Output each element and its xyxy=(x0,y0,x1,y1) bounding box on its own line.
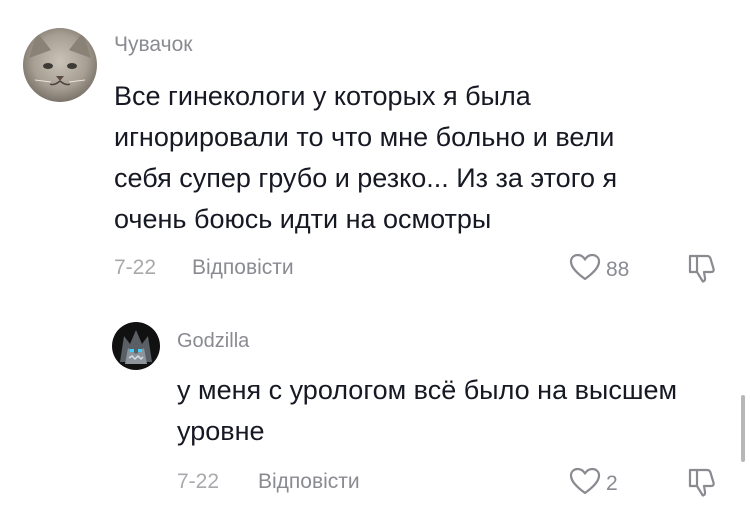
reply-text: у меня с урологом всё было на высшем уро… xyxy=(177,370,737,452)
reply-like-button[interactable]: 2 xyxy=(569,467,618,500)
reply-dislike-button[interactable] xyxy=(687,466,717,503)
avatar[interactable] xyxy=(23,28,97,102)
comment-line: Все гинекологи у которых я была xyxy=(114,81,531,111)
reply-button[interactable]: Відповісти xyxy=(192,256,294,280)
comment-username[interactable]: Чувачок xyxy=(114,33,192,57)
reply-line: у меня с урологом всё было на высшем xyxy=(177,375,678,405)
reply-date: 7-22 xyxy=(177,470,220,493)
reply-line: уровне xyxy=(177,416,265,446)
reply-like-count: 2 xyxy=(606,471,618,495)
dislike-button[interactable] xyxy=(687,252,717,289)
like-count: 88 xyxy=(606,257,630,281)
comment-text: Все гинекологи у которых я была игнориро… xyxy=(114,76,734,240)
comment-line: игнорировали то что мне больно и вели xyxy=(114,122,615,152)
heart-outline-icon xyxy=(569,253,601,286)
thumbs-down-icon xyxy=(687,252,717,289)
reply-username[interactable]: Godzilla xyxy=(177,330,249,353)
scrollbar[interactable] xyxy=(741,395,745,462)
reply-avatar[interactable] xyxy=(112,322,160,370)
comment-line: очень боюсь идти на осмотры xyxy=(114,204,492,234)
reply-reply-button[interactable]: Відповісти xyxy=(258,470,360,494)
comment-line: себя супер грубо и резко... Из за этого … xyxy=(114,163,618,193)
like-button[interactable]: 88 xyxy=(569,253,629,286)
thumbs-down-icon xyxy=(687,466,717,503)
heart-outline-icon xyxy=(569,467,601,500)
comment-date: 7-22 xyxy=(114,256,157,279)
